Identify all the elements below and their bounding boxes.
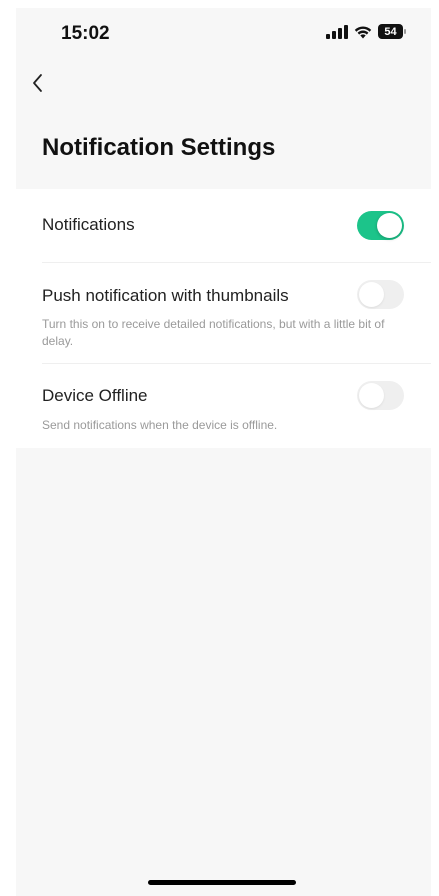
device-offline-toggle[interactable] bbox=[357, 381, 404, 410]
status-time: 15:02 bbox=[61, 23, 110, 44]
notifications-toggle[interactable] bbox=[357, 211, 404, 240]
cellular-signal-icon bbox=[326, 24, 348, 39]
page-title: Notification Settings bbox=[42, 134, 276, 161]
push-thumbnails-toggle[interactable] bbox=[357, 280, 404, 309]
setting-label: Push notification with thumbnails bbox=[42, 286, 289, 305]
chevron-left-icon bbox=[33, 74, 42, 92]
home-indicator bbox=[148, 880, 296, 885]
wifi-icon bbox=[354, 25, 372, 39]
setting-description: Send notifications when the device is of… bbox=[42, 418, 278, 432]
phone-screen: 15:02 54 Notification Settings Notificat… bbox=[16, 8, 431, 896]
status-icons: 54 bbox=[326, 24, 406, 39]
setting-description: Turn this on to receive detailed notific… bbox=[42, 317, 385, 348]
back-button[interactable] bbox=[28, 70, 48, 96]
setting-row-push-thumbnails: Push notification with thumbnails Turn t… bbox=[42, 263, 431, 364]
setting-label: Notifications bbox=[42, 215, 135, 234]
setting-row-notifications: Notifications bbox=[42, 189, 431, 263]
toggle-knob bbox=[359, 282, 384, 307]
battery-icon: 54 bbox=[378, 24, 406, 39]
setting-label: Device Offline bbox=[42, 386, 148, 405]
setting-row-device-offline: Device Offline Send notifications when t… bbox=[42, 364, 431, 448]
toggle-knob bbox=[377, 213, 402, 238]
settings-list: Notifications Push notification with thu… bbox=[16, 189, 431, 448]
toggle-knob bbox=[359, 383, 384, 408]
status-bar: 15:02 54 bbox=[16, 8, 431, 58]
